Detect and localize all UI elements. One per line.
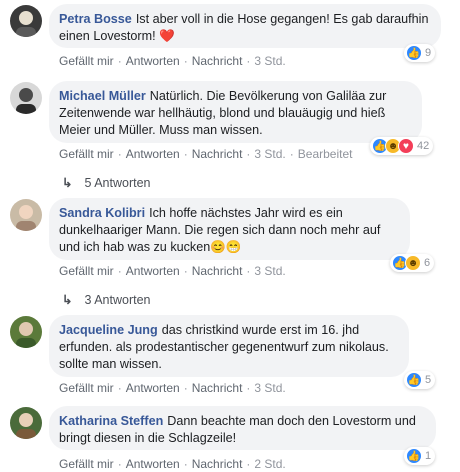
like-icon: 👍 (406, 448, 422, 464)
like-icon: 👍 (406, 45, 422, 61)
message-button[interactable]: Nachricht (192, 264, 243, 278)
reply-button[interactable]: Antworten (126, 54, 180, 68)
comment-actions: Gefällt mir · Antworten · Nachricht · 3 Std. · B… (59, 147, 353, 161)
reaction-count: 1 (425, 450, 432, 462)
love-icon: ♥ (398, 138, 414, 154)
avatar[interactable] (10, 407, 42, 439)
message-button[interactable]: Nachricht (192, 381, 243, 395)
heart-emoji-icon: ❤️ (159, 29, 175, 43)
like-button[interactable]: Gefällt mir (59, 381, 114, 395)
reaction-summary[interactable]: 👍 ☻ 6 (390, 254, 435, 272)
reaction-summary[interactable]: 👍 1 (404, 447, 436, 465)
comment-author[interactable]: Sandra Kolibri (59, 206, 145, 220)
comment-bubble: Michael Müller Natürlich. Die Bevölkerung… (49, 81, 422, 143)
reply-button[interactable]: Antworten (126, 457, 180, 471)
like-button[interactable]: Gefällt mir (59, 147, 114, 161)
comment-actions: Gefällt mir · Antworten · Nachricht · 3 Std. (59, 264, 286, 278)
comment-actions: Gefällt mir · Antworten · Nachricht · 3 Std. (59, 54, 286, 68)
reaction-count: 5 (425, 374, 432, 386)
view-replies-link[interactable]: ↳ 3 Antworten (62, 292, 151, 307)
edited-label[interactable]: Bearbeitet (298, 147, 353, 161)
replies-count[interactable]: 3 Antworten (84, 293, 150, 307)
haha-icon: ☻ (405, 255, 421, 271)
like-button[interactable]: Gefällt mir (59, 457, 114, 471)
comment-author[interactable]: Michael Müller (59, 89, 146, 103)
comment-bubble: Petra Bosse Ist aber voll in die Hose geg… (49, 4, 441, 48)
timestamp[interactable]: 3 Std. (254, 147, 285, 161)
like-icon: 👍 (406, 372, 422, 388)
reaction-count: 6 (424, 257, 431, 269)
reaction-summary[interactable]: 👍 9 (404, 44, 436, 62)
message-button[interactable]: Nachricht (192, 54, 243, 68)
comment-bubble: Jacqueline Jung das christkind wurde erst… (49, 315, 409, 377)
message-button[interactable]: Nachricht (192, 457, 243, 471)
timestamp[interactable]: 3 Std. (254, 381, 285, 395)
view-replies-link[interactable]: ↳ 5 Antworten (62, 175, 151, 190)
comment-bubble: Katharina Steffen Dann beachte man doch d… (49, 406, 436, 450)
comment-actions: Gefällt mir · Antworten · Nachricht · 2 Std. (59, 457, 286, 471)
like-button[interactable]: Gefällt mir (59, 54, 114, 68)
reaction-count: 9 (425, 47, 432, 59)
like-button[interactable]: Gefällt mir (59, 264, 114, 278)
timestamp[interactable]: 2 Std. (254, 457, 285, 471)
comment-actions: Gefällt mir · Antworten · Nachricht · 3 Std. (59, 381, 286, 395)
avatar[interactable] (10, 316, 42, 348)
smile-emoji-icon: 😊😁 (210, 240, 242, 254)
timestamp[interactable]: 3 Std. (254, 264, 285, 278)
reaction-count: 42 (417, 140, 430, 152)
replies-count[interactable]: 5 Antworten (84, 176, 150, 190)
reply-arrow-icon: ↳ (62, 293, 73, 307)
reply-button[interactable]: Antworten (126, 381, 180, 395)
comment-bubble: Sandra Kolibri Ich hoffe nächstes Jahr wi… (49, 198, 410, 260)
comment-author[interactable]: Petra Bosse (59, 12, 132, 26)
avatar[interactable] (10, 5, 42, 37)
timestamp[interactable]: 3 Std. (254, 54, 285, 68)
reaction-summary[interactable]: 👍 ☻ ♥ 42 (370, 137, 434, 155)
avatar[interactable] (10, 82, 42, 114)
comment-author[interactable]: Katharina Steffen (59, 414, 163, 428)
reply-button[interactable]: Antworten (126, 147, 180, 161)
reply-arrow-icon: ↳ (62, 176, 73, 190)
comment-author[interactable]: Jacqueline Jung (59, 323, 158, 337)
reaction-summary[interactable]: 👍 5 (404, 371, 436, 389)
message-button[interactable]: Nachricht (192, 147, 243, 161)
avatar[interactable] (10, 199, 42, 231)
reply-button[interactable]: Antworten (126, 264, 180, 278)
